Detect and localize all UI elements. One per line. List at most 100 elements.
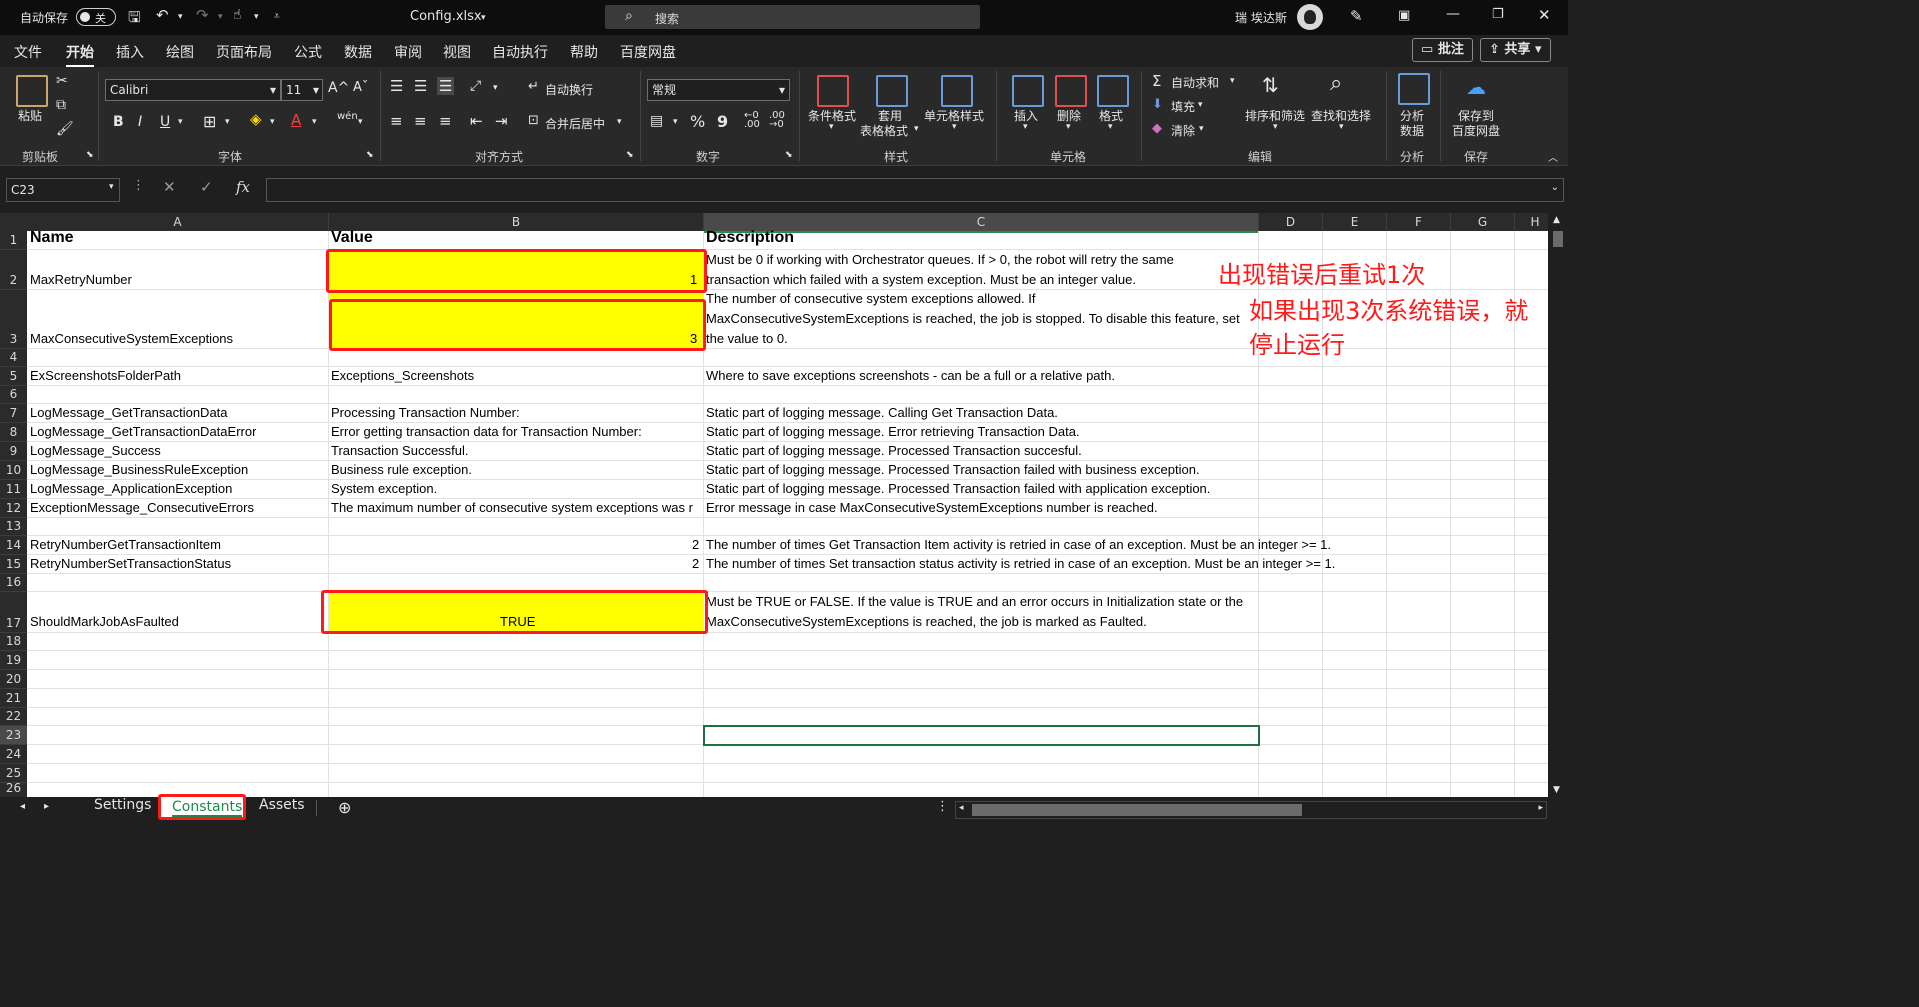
cell-c7[interactable]: Static part of logging message. Calling … [706, 405, 1058, 420]
tab-constants[interactable]: Constants [172, 799, 243, 817]
add-sheet-icon[interactable]: ⊕ [338, 798, 351, 817]
format-table-chevron-icon[interactable]: ▾ [914, 124, 919, 134]
scroll-down-icon[interactable]: ▼ [1553, 785, 1560, 795]
row-header[interactable]: 2 [0, 250, 27, 290]
cell-c3-line1[interactable]: The number of consecutive system excepti… [706, 291, 1036, 306]
search-box[interactable]: ⌕ 搜索 [605, 5, 980, 29]
tab-constants-highlight[interactable]: Constants [158, 794, 246, 820]
comma-button[interactable]: 9 [717, 112, 728, 131]
collapse-ribbon-icon[interactable]: ︿ [1548, 149, 1558, 164]
column-header-g[interactable]: G [1451, 213, 1515, 231]
row-header[interactable]: 11 [0, 480, 27, 499]
row-header[interactable]: 12 [0, 499, 27, 518]
row-header[interactable]: 10 [0, 461, 27, 480]
scrollbar-thumb[interactable] [1553, 231, 1563, 247]
row-header[interactable]: 19 [0, 651, 27, 670]
row-header[interactable]: 24 [0, 745, 27, 764]
tab-automate[interactable]: 自动执行 [492, 42, 548, 62]
alignment-launcher-icon[interactable]: ⬊ [626, 150, 634, 160]
cell-a12[interactable]: ExceptionMessage_ConsecutiveErrors [30, 500, 254, 515]
phonetic-chevron-icon[interactable]: ▾ [358, 117, 363, 127]
save-netdisk-label-2[interactable]: 百度网盘 [1452, 122, 1500, 139]
underline-chevron-icon[interactable]: ▾ [178, 117, 183, 127]
insert-chevron-icon[interactable]: ▾ [1023, 122, 1028, 132]
cell-c9[interactable]: Static part of logging message. Processe… [706, 443, 1082, 458]
prev-sheet-icon[interactable]: ◂ [20, 801, 25, 812]
column-header-b[interactable]: B [329, 213, 704, 231]
tab-baidu-netdisk[interactable]: 百度网盘 [620, 42, 676, 62]
format-cells-icon[interactable] [1097, 75, 1129, 107]
phonetic-icon[interactable]: wén [337, 111, 358, 122]
ribbon-display-icon[interactable]: ▣ [1398, 8, 1410, 23]
header-value[interactable]: Value [331, 229, 373, 247]
analyze-label-2[interactable]: 数据 [1400, 122, 1424, 139]
cell-b5[interactable]: Exceptions_Screenshots [331, 368, 474, 383]
tab-home[interactable]: 开始 [66, 42, 94, 68]
redo-icon[interactable]: ↷ [196, 6, 209, 24]
orientation-chevron-icon[interactable]: ▾ [493, 83, 498, 93]
format-painter-icon[interactable]: 🖌 [56, 121, 74, 137]
align-left-icon[interactable]: ≡ [390, 112, 403, 130]
row-header[interactable]: 17 [0, 592, 27, 633]
row-header[interactable]: 5 [0, 367, 27, 386]
format-chevron-icon[interactable]: ▾ [1108, 122, 1113, 132]
cell-a15[interactable]: RetryNumberSetTransactionStatus [30, 556, 231, 571]
currency-chevron-icon[interactable]: ▾ [673, 117, 678, 127]
fill-button[interactable]: 填充 [1171, 98, 1195, 115]
cell-c2-line1[interactable]: Must be 0 if working with Orchestrator q… [706, 252, 1174, 267]
cell-c15[interactable]: The number of times Set transaction stat… [706, 556, 1335, 571]
conditional-format-icon[interactable] [817, 75, 849, 107]
cell-a2[interactable]: MaxRetryNumber [30, 272, 132, 287]
format-table-label-2[interactable]: 表格格式 [860, 122, 908, 139]
merge-center-button[interactable]: 合并后居中 [545, 115, 605, 132]
tab-settings[interactable]: Settings [94, 797, 151, 813]
selected-cell-c23[interactable] [703, 725, 1260, 746]
redo-dropdown-icon[interactable]: ▾ [218, 12, 223, 22]
row-header[interactable]: 8 [0, 423, 27, 442]
paste-label[interactable]: 粘贴 [18, 107, 42, 124]
row-header[interactable]: 21 [0, 689, 27, 708]
cell-c17-line2[interactable]: MaxConsecutiveSystemExceptions is reache… [706, 614, 1147, 629]
row-header[interactable]: 23 [0, 726, 27, 745]
font-color-icon[interactable]: A [291, 111, 301, 129]
formula-input[interactable]: ⌄ [266, 178, 1564, 202]
cell-c12[interactable]: Error message in case MaxConsecutiveSyst… [706, 500, 1158, 515]
expand-formula-icon[interactable]: ⌄ [1551, 182, 1559, 193]
row-header[interactable]: 4 [0, 349, 27, 367]
decrease-font-icon[interactable]: Aˇ [353, 80, 368, 95]
cell-styles-icon[interactable] [941, 75, 973, 107]
font-launcher-icon[interactable]: ⬊ [366, 150, 374, 160]
delete-chevron-icon[interactable]: ▾ [1066, 122, 1071, 132]
cell-c8[interactable]: Static part of logging message. Error re… [706, 424, 1080, 439]
fill-chevron-icon[interactable]: ▾ [1198, 100, 1203, 110]
cell-a3[interactable]: MaxConsecutiveSystemExceptions [30, 331, 233, 346]
row-header[interactable]: 15 [0, 555, 27, 574]
column-header-f[interactable]: F [1387, 213, 1451, 231]
number-format-select[interactable]: 常规 ▾ [647, 79, 790, 101]
font-name-select[interactable]: Calibri ▾ [105, 79, 281, 101]
wrap-text-icon[interactable]: ↵ [528, 79, 539, 94]
autosum-button[interactable]: 自动求和 [1171, 74, 1219, 91]
decrease-decimal-icon[interactable]: .00 →0 [769, 111, 785, 130]
cell-b14[interactable]: 2 [692, 537, 699, 552]
cell-a17[interactable]: ShouldMarkJobAsFaulted [30, 614, 179, 629]
vertical-scrollbar[interactable]: ▲ ▼ [1548, 213, 1568, 797]
cell-b11[interactable]: System exception. [331, 481, 437, 496]
align-right-icon[interactable]: ≡ [439, 112, 452, 130]
tab-page-layout[interactable]: 页面布局 [216, 42, 272, 62]
column-header-e[interactable]: E [1323, 213, 1387, 231]
column-header-h[interactable]: H [1515, 213, 1548, 231]
tab-assets[interactable]: Assets [259, 797, 305, 813]
row-header[interactable]: 3 [0, 290, 27, 349]
scroll-left-icon[interactable]: ◂ [959, 803, 964, 813]
italic-button[interactable]: I [138, 114, 142, 130]
row-header[interactable]: 16 [0, 574, 27, 592]
wrap-text-button[interactable]: 自动换行 [545, 81, 593, 98]
fill-color-icon[interactable]: ◈ [250, 110, 262, 128]
row-header[interactable]: 18 [0, 633, 27, 651]
file-name[interactable]: Config.xlsx [410, 9, 482, 24]
cell-c3-line3[interactable]: the value to 0. [706, 331, 788, 346]
number-launcher-icon[interactable]: ⬊ [785, 150, 793, 160]
clear-icon[interactable]: ◆ [1152, 121, 1162, 136]
tab-data[interactable]: 数据 [344, 42, 372, 62]
